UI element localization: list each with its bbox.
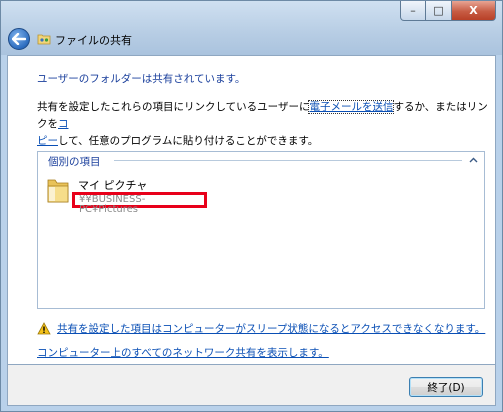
footer-bar: 終了(D) <box>7 365 496 406</box>
description-text: 共有を設定したこれらの項目にリンクしているユーザーに電子メールを送信するか、また… <box>37 99 489 150</box>
content-panel: ユーザーのフォルダーは共有されています。 共有を設定したこれらの項目にリンクして… <box>7 55 496 365</box>
collapse-button[interactable] <box>467 154 479 166</box>
back-arrow-icon <box>12 33 26 45</box>
close-button[interactable]: 終了(D) <box>409 377 483 397</box>
individual-items-group: 個別の項目 マイ ピクチャ ¥¥BUSINESS-PC¥Pictures <box>37 151 485 309</box>
desc-part-1: 共有を設定したこれらの項目にリンクしているユーザーに <box>37 101 310 113</box>
desc-part-3: して、任意のプログラムに貼り付けることができます。 <box>58 135 319 147</box>
back-button[interactable] <box>8 28 30 50</box>
window-controls: – □ X <box>400 1 496 21</box>
warning-icon <box>37 322 51 335</box>
group-divider <box>114 160 462 161</box>
group-label: 個別の項目 <box>48 154 105 169</box>
window-title: ファイルの共有 <box>55 34 132 47</box>
file-sharing-window: – □ X ファイルの共有 ユーザーのフォルダーは共有されています。 共有を設定… <box>0 0 503 412</box>
title-bar: – □ X ファイルの共有 <box>1 1 502 55</box>
shared-item-name[interactable]: マイ ピクチャ <box>78 177 147 193</box>
sharing-folder-icon <box>37 34 51 45</box>
all-network-shares-link[interactable]: コンピューター上のすべてのネットワーク共有を表示します。 <box>37 345 329 360</box>
copy-link[interactable]: コ <box>58 118 69 130</box>
close-window-button[interactable]: X <box>452 1 496 21</box>
minimize-button[interactable]: – <box>400 1 426 21</box>
warning-row: 共有を設定した項目はコンピューターがスリープ状態になるとアクセスできなくなります… <box>37 321 485 336</box>
copy-link-continued[interactable]: ピー <box>37 135 58 147</box>
sleep-warning-link[interactable]: 共有を設定した項目はコンピューターがスリープ状態になるとアクセスできなくなります… <box>57 321 485 336</box>
page-heading: ユーザーのフォルダーは共有されています。 <box>37 73 246 85</box>
maximize-button[interactable]: □ <box>426 1 452 21</box>
chevron-up-icon <box>469 157 477 163</box>
group-header: 個別の項目 <box>38 152 484 169</box>
shared-item-path: ¥¥BUSINESS-PC¥Pictures <box>72 192 207 215</box>
email-link[interactable]: 電子メールを送信 <box>308 100 395 114</box>
folder-icon <box>47 179 69 203</box>
